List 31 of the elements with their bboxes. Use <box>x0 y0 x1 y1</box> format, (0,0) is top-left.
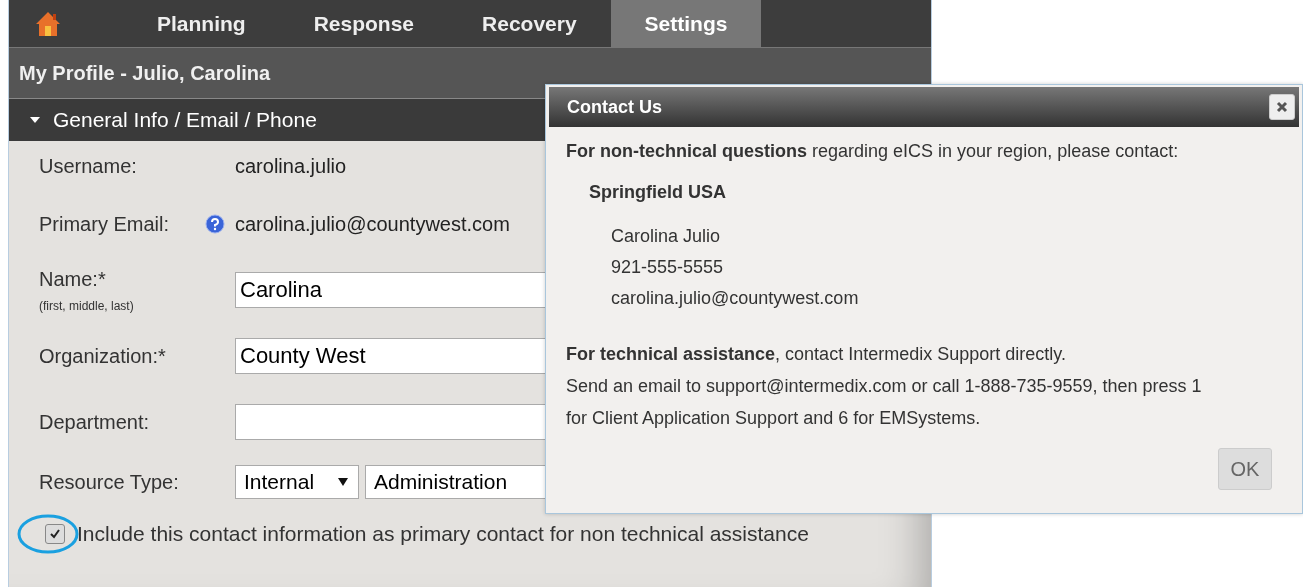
field-label: Primary Email: <box>39 212 170 236</box>
field-label: Username: <box>39 154 138 178</box>
checkbox[interactable] <box>45 524 65 544</box>
field-label: Organization:* <box>39 344 167 368</box>
caret-icon <box>29 116 41 124</box>
field-label: Name:* <box>39 267 107 291</box>
help-icon[interactable] <box>205 214 225 234</box>
field-label: Department: <box>39 410 151 434</box>
contact-line: Carolina Julio <box>611 225 722 248</box>
caret-icon <box>338 478 348 486</box>
close-icon <box>1276 101 1288 113</box>
section-title: General Info / Email / Phone <box>53 108 317 132</box>
nav-tab[interactable]: Recovery <box>448 0 611 47</box>
field-value: carolina.julio <box>235 154 347 178</box>
field-hint: (first, middle, last) <box>39 298 135 313</box>
nav-tab[interactable]: Planning <box>123 0 280 47</box>
type-select[interactable]: Internal <box>235 465 359 499</box>
dialog-title: Contact Us <box>567 96 662 118</box>
support-text: Send an email to support@intermedix.com or call 1-888-735-9559, then press 1 <box>566 375 1203 398</box>
annotation-circle <box>17 513 79 555</box>
check-icon <box>49 528 61 540</box>
ok-button[interactable]: OK <box>1218 448 1272 490</box>
nav-tab[interactable]: Response <box>279 0 449 47</box>
checkbox-label: Include this contact information as primary contact for non technical assistance <box>77 522 809 546</box>
region-name: Springfield USA <box>589 182 727 203</box>
field-value: carolina.julio@countywest.com <box>235 212 510 236</box>
close-button[interactable] <box>1269 94 1295 120</box>
field-label: Resource Type: <box>39 470 180 494</box>
support-text: for Client Application Support and 6 for EMSystems. <box>566 407 982 430</box>
intro-text: For non-technical questions regarding eICS in your region, please contact: <box>566 141 1180 162</box>
nav-tab[interactable]: Settings <box>610 0 761 47</box>
